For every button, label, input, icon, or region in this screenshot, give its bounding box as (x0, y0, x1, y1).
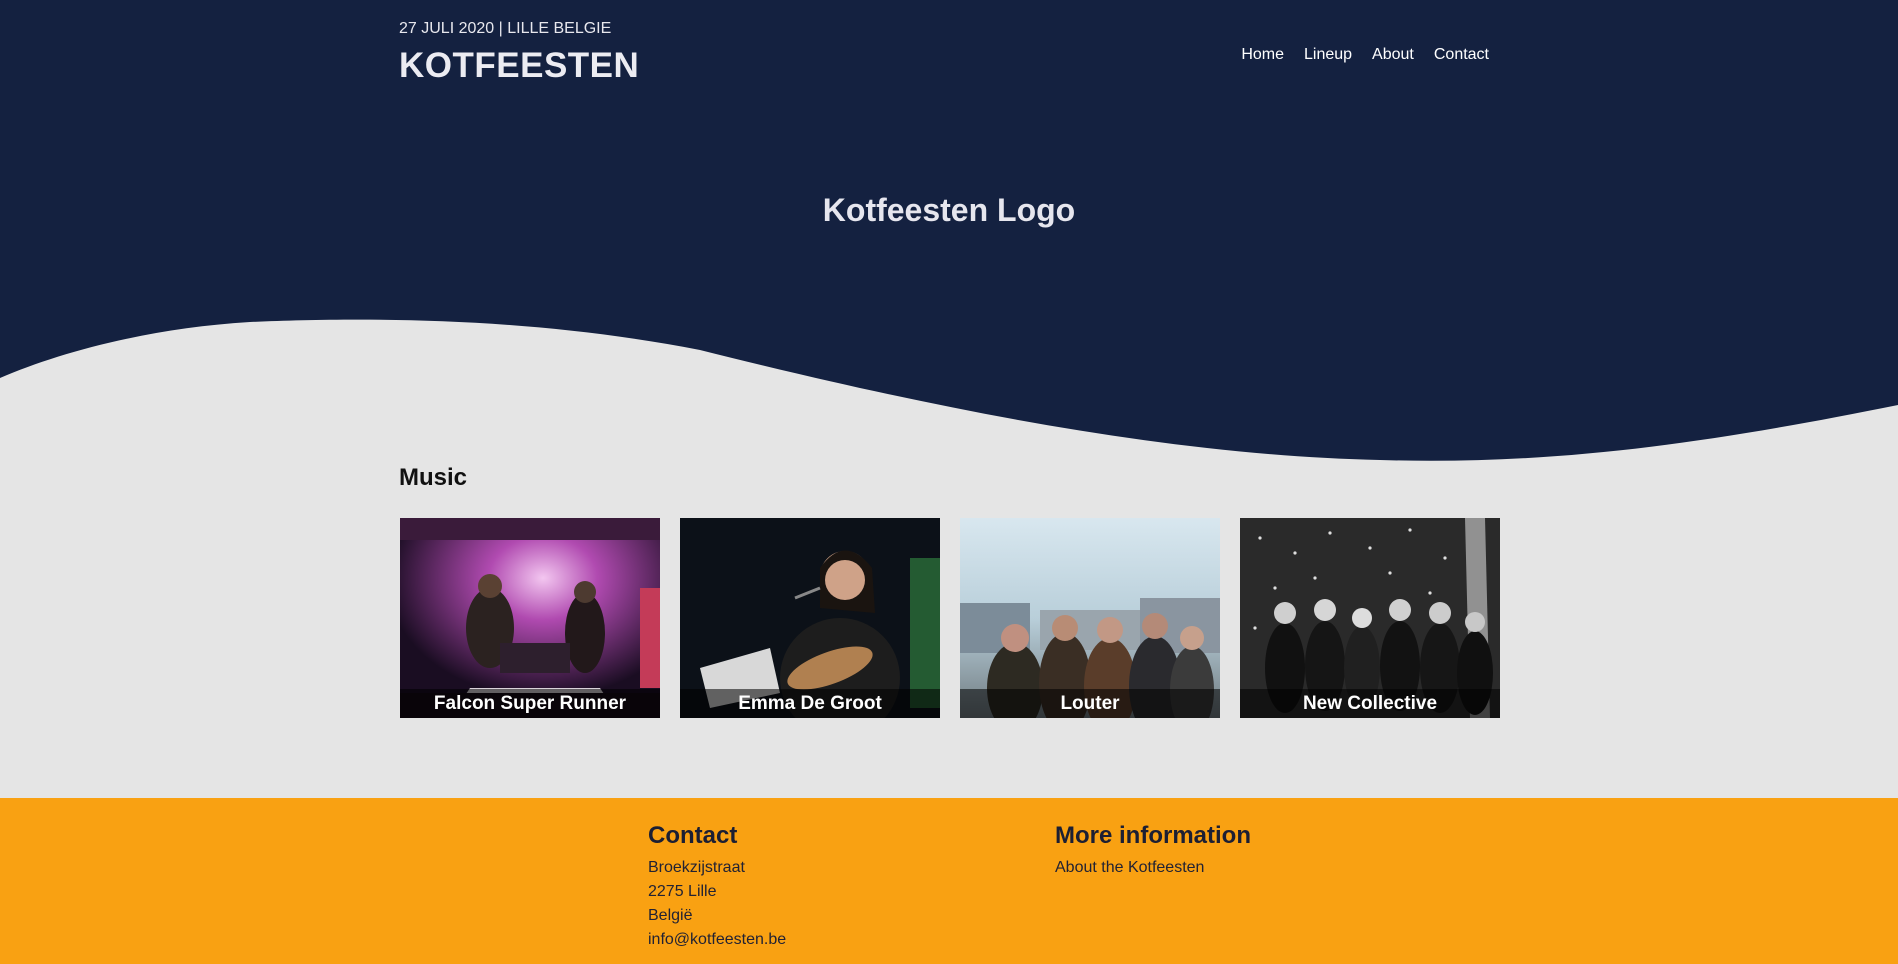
artist-name: Louter (960, 689, 1220, 718)
singer-with-ukulele-photo (680, 518, 940, 718)
footer-contact: Contact Broekzijstraat 2275 Lille België… (648, 822, 786, 952)
about-kotfeesten-link[interactable]: About the Kotfeesten (1055, 859, 1204, 876)
main-nav: Home Lineup About Contact (1241, 46, 1489, 64)
music-section-title: Music (399, 464, 468, 491)
band-on-stage-photo (400, 518, 660, 718)
hero-section: 27 JULI 2020 | LILLE BELGIE KOTFEESTEN H… (0, 0, 1898, 470)
artist-card-falcon-super-runner[interactable]: Falcon Super Runner (400, 518, 660, 718)
band-black-white-photo (1240, 518, 1500, 718)
hero-wave-background (0, 0, 1898, 461)
artist-name: Emma De Groot (680, 689, 940, 718)
nav-home[interactable]: Home (1241, 46, 1284, 64)
nav-contact[interactable]: Contact (1434, 46, 1489, 64)
festival-logo: Kotfeesten Logo (822, 192, 1076, 228)
contact-email-link[interactable]: info@kotfeesten.be (648, 931, 786, 948)
site-title[interactable]: KOTFEESTEN (399, 46, 639, 86)
site-footer: Contact Broekzijstraat 2275 Lille België… (0, 798, 1898, 964)
artist-card-new-collective[interactable]: New Collective (1240, 518, 1500, 718)
address-country: België (648, 907, 693, 924)
footer-contact-title: Contact (648, 822, 738, 849)
group-in-city-photo (960, 518, 1220, 718)
artist-card-emma-de-groot[interactable]: Emma De Groot (680, 518, 940, 718)
nav-about[interactable]: About (1372, 46, 1414, 64)
footer-more-information: More information About the Kotfeesten (1055, 822, 1251, 880)
artist-name: Falcon Super Runner (400, 689, 660, 718)
artist-cards: Falcon Super Runner Emma De Groot Louter… (400, 518, 1500, 718)
footer-more-title: More information (1055, 822, 1251, 849)
nav-lineup[interactable]: Lineup (1304, 46, 1352, 64)
artist-card-louter[interactable]: Louter (960, 518, 1220, 718)
address-street: Broekzijstraat (648, 859, 745, 876)
artist-name: New Collective (1240, 689, 1500, 718)
event-date-location: 27 JULI 2020 | LILLE BELGIE (399, 20, 612, 37)
address-city: 2275 Lille (648, 883, 717, 900)
